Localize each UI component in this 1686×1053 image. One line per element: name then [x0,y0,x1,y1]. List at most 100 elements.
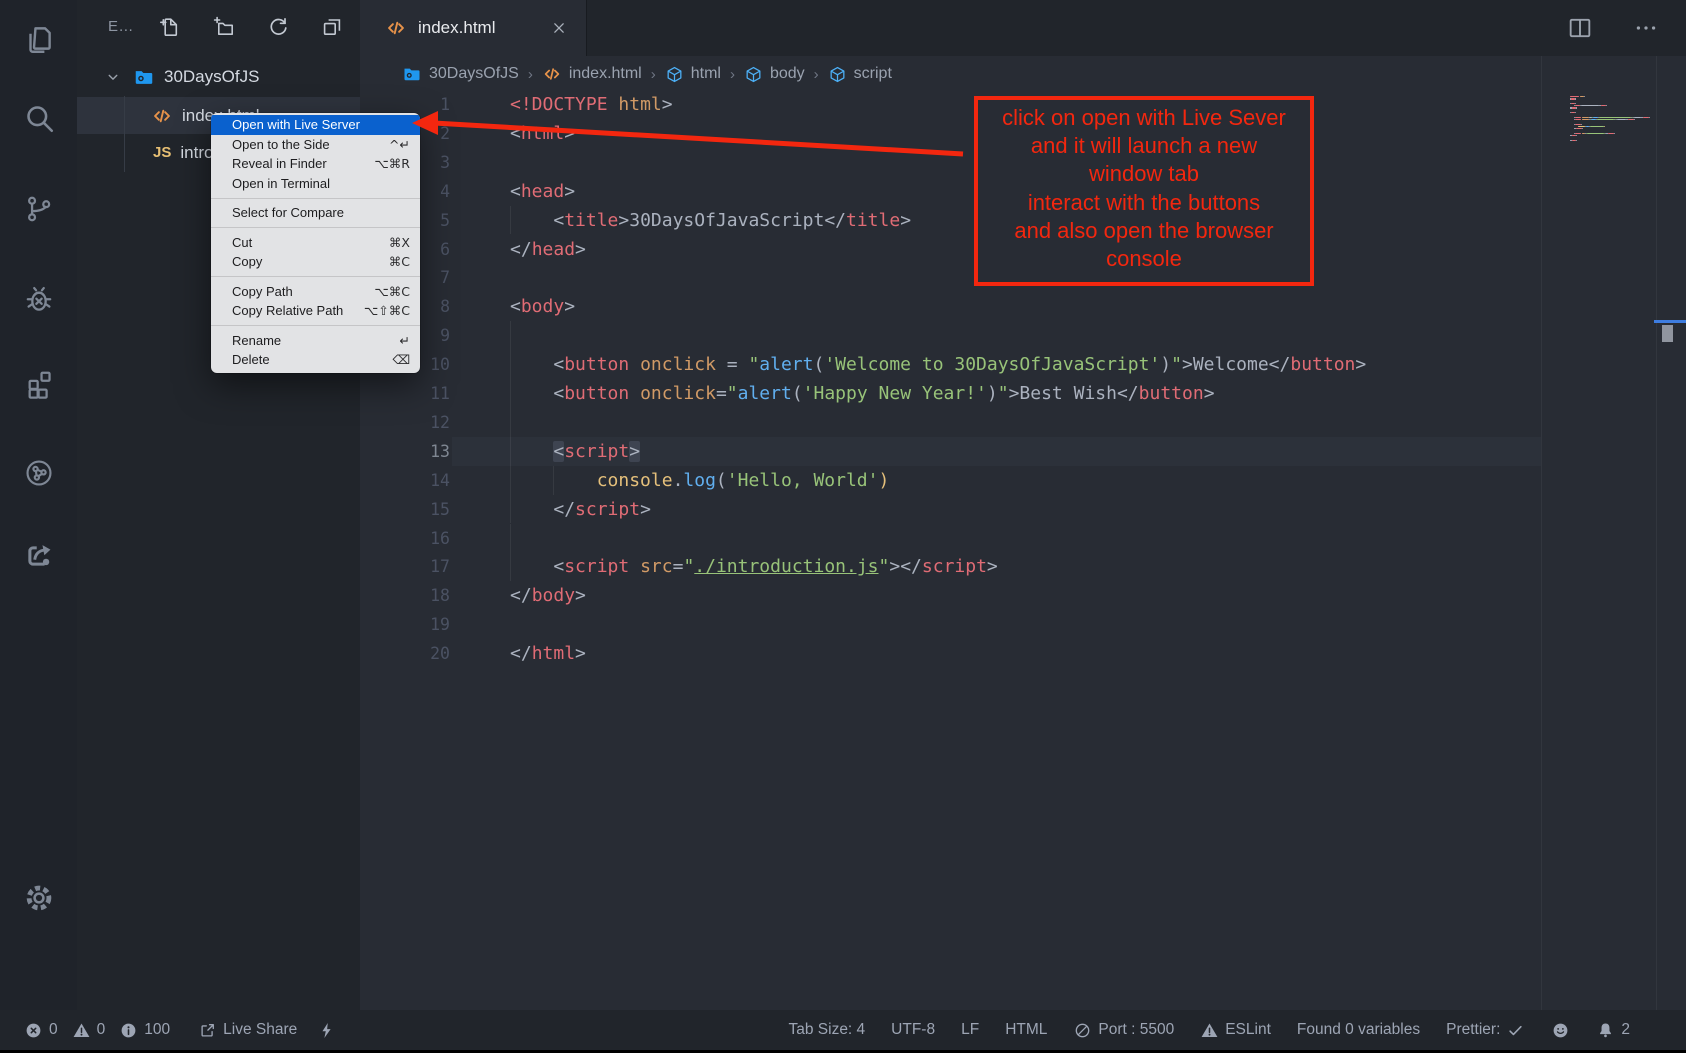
close-tab-icon[interactable] [548,17,570,39]
tab-index-html[interactable]: index.html [360,0,587,56]
code-line-15: 15 </script> [360,495,1686,524]
menu-item-reveal-in-finder[interactable]: Reveal in Finder⌥⌘R [211,154,420,174]
activity-search-icon[interactable] [19,96,59,140]
check-icon [1506,1021,1525,1040]
code-line-13: 13 <script> [360,437,1686,466]
activity-live-share-circle-icon[interactable] [19,451,59,495]
gear-icon [22,881,56,915]
context-menu: Open with Live ServerOpen to the Side^↵R… [211,113,420,373]
share-session-icon [23,539,55,571]
warning-count-icon [72,1021,91,1040]
minimap-line [1570,117,1656,118]
status-live-share[interactable]: Live Share [198,1021,297,1040]
menu-item-rename[interactable]: Rename↵ [211,331,420,351]
status-100[interactable]: 100 [119,1021,170,1040]
status-eslint[interactable]: ESLint [1200,1021,1271,1040]
line-number: 13 [360,437,450,466]
menu-item-cut[interactable]: Cut⌘X [211,233,420,253]
code-text: </body> [510,581,586,610]
minimap[interactable] [1570,96,1656,142]
html-file-icon [385,17,407,39]
activity-extensions-icon[interactable] [19,361,59,405]
code-line-16: 16 [360,524,1686,553]
code-line-14: 14 console.log('Hello, World') [360,466,1686,495]
new-file-button[interactable] [157,14,183,40]
breadcrumb-item-body[interactable]: body [744,65,805,84]
minimap-border [1541,56,1542,1010]
refresh-explorer-button[interactable] [265,14,291,40]
menu-separator [211,276,420,277]
status-bolt-icon[interactable] [317,1021,336,1040]
collapse-folders-button[interactable] [319,14,345,40]
status-text: HTML [1005,1021,1047,1039]
breadcrumb-item-html[interactable]: html [665,65,721,84]
status-prettier-[interactable]: Prettier: [1446,1021,1525,1040]
status-text: 0 [49,1021,58,1039]
code-icon [542,64,562,84]
code-text: <html> [510,119,575,148]
menu-item-open-with-live-server[interactable]: Open with Live Server [211,115,420,135]
menu-item-copy-relative-path[interactable]: Copy Relative Path⌥⇧⌘C [211,301,420,321]
status-utf-8[interactable]: UTF-8 [891,1021,935,1039]
code-text: <button onclick = "alert('Welcome to 30D… [510,350,1366,379]
status-html[interactable]: HTML [1005,1021,1047,1039]
minimap-line [1570,126,1656,127]
folder-icon [402,64,422,84]
menu-item-open-in-terminal[interactable]: Open in Terminal [211,174,420,194]
error-count-icon [24,1021,43,1040]
source-control-icon [23,193,55,225]
status-0[interactable]: 0 [72,1021,106,1040]
more-actions-icon[interactable] [1632,14,1660,42]
menu-item-copy[interactable]: Copy⌘C [211,252,420,272]
activity-share-session-icon[interactable] [19,533,59,577]
indent-guide [510,524,511,553]
menu-item-delete[interactable]: Delete⌫ [211,350,420,370]
code-text: console.log('Hello, World') [510,466,889,495]
code-line-20: 20</html> [360,639,1686,668]
status-found-0-variables[interactable]: Found 0 variables [1297,1021,1420,1039]
activity-source-control-icon[interactable] [19,187,59,231]
breadcrumb-item-30DaysOfJS[interactable]: 30DaysOfJS [402,64,519,84]
breadcrumb-item-index.html[interactable]: index.html [542,64,642,84]
status-2[interactable]: 2 [1596,1021,1630,1040]
status-lf[interactable]: LF [961,1021,979,1039]
menu-item-copy-path[interactable]: Copy Path⌥⌘C [211,282,420,302]
collapse-folders-icon [320,15,344,39]
breadcrumb-separator: › [650,66,657,83]
folder-row-30daysofjs[interactable]: 30DaysOfJS [77,58,360,96]
live-share-export-icon [198,1021,217,1040]
tree-indent-guide [124,96,125,172]
status-tab-size-4[interactable]: Tab Size: 4 [788,1021,865,1039]
tab-bar: index.html [360,0,1686,56]
new-file-icon [158,15,182,39]
activity-run-debug-icon[interactable] [19,277,59,321]
scrollbar-thumb[interactable] [1662,325,1673,342]
status-text: ESLint [1225,1021,1271,1039]
live-share-circle-icon [23,457,55,489]
activity-explorer-icon[interactable] [19,17,59,61]
minimap-line [1570,137,1656,138]
new-folder-button[interactable] [211,14,237,40]
status-text: Found 0 variables [1297,1021,1420,1039]
status-smiley-feedback-icon[interactable] [1551,1021,1570,1040]
annotation-line: window tab [978,160,1310,188]
minimap-line [1570,135,1656,136]
menu-item-open-to-the-side[interactable]: Open to the Side^↵ [211,135,420,155]
split-editor-button[interactable] [1566,14,1594,42]
breadcrumb-item-script[interactable]: script [828,65,892,84]
line-number: 16 [360,524,450,553]
activity-bar [0,0,77,1010]
minimap-line [1570,98,1656,99]
status-port-5500[interactable]: Port : 5500 [1073,1021,1174,1040]
explorer-icon [22,22,56,56]
menu-item-select-for-compare[interactable]: Select for Compare [211,203,420,223]
smiley-feedback-icon [1551,1021,1570,1040]
minimap-line [1570,110,1656,111]
activity-settings-button[interactable] [19,876,59,920]
status-0[interactable]: 0 [24,1021,58,1040]
code-line-8: 8<body> [360,292,1686,321]
code-text: </script> [510,495,651,524]
line-number: 14 [360,466,450,495]
status-bar: 00 100 Live Share Tab Size: 4 UTF-8 LF HTML Po… [0,1010,1686,1050]
status-text: LF [961,1021,979,1039]
